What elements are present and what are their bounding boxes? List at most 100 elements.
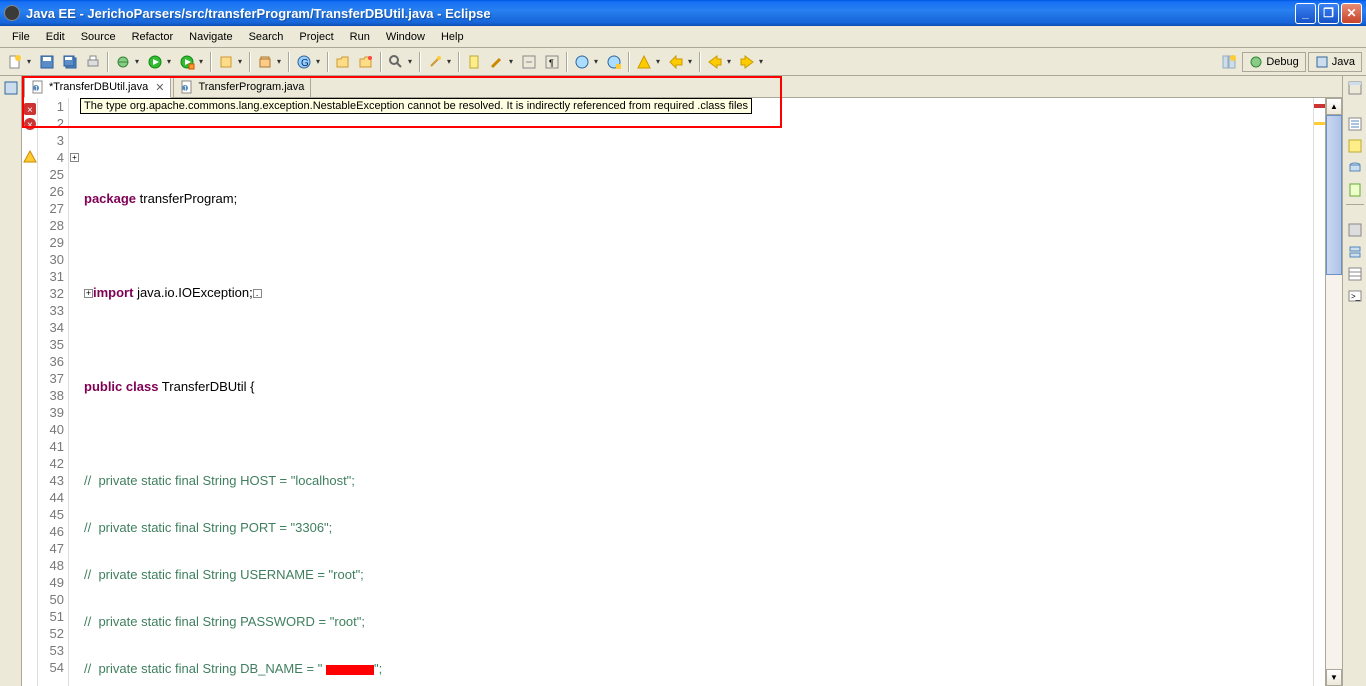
print-button[interactable] xyxy=(82,51,104,73)
menu-navigate[interactable]: Navigate xyxy=(181,28,240,46)
menubar: File Edit Source Refactor Navigate Searc… xyxy=(0,26,1366,48)
svg-text:J: J xyxy=(183,86,187,93)
marker-column: × × xyxy=(22,98,38,686)
perspective-debug[interactable]: Debug xyxy=(1242,52,1305,72)
fold-column: + xyxy=(68,98,80,686)
back-button[interactable] xyxy=(704,51,726,73)
pencil-dropdown[interactable]: ▾ xyxy=(509,57,517,66)
editor-tabs: J *TransferDBUtil.java ✕ J TransferProgr… xyxy=(22,76,1342,98)
menu-help[interactable]: Help xyxy=(433,28,472,46)
debug-dropdown[interactable]: ▾ xyxy=(135,57,143,66)
properties-icon[interactable] xyxy=(1347,266,1363,282)
menu-edit[interactable]: Edit xyxy=(38,28,73,46)
new-button[interactable] xyxy=(4,51,26,73)
new-server-dropdown[interactable]: ▾ xyxy=(238,57,246,66)
tab-label-2: TransferProgram.java xyxy=(198,81,304,93)
open-button[interactable] xyxy=(332,51,354,73)
svg-text:×: × xyxy=(27,120,33,131)
menu-run[interactable]: Run xyxy=(342,28,378,46)
menu-search[interactable]: Search xyxy=(241,28,292,46)
tab-label-1: *TransferDBUtil.java xyxy=(49,81,148,93)
mark-button[interactable] xyxy=(463,51,485,73)
window-title: Java EE - JerichoParsers/src/transferPro… xyxy=(26,6,1295,21)
perspective-java[interactable]: Java xyxy=(1308,52,1362,72)
svg-text:G: G xyxy=(301,58,309,69)
type-dropdown[interactable]: ▾ xyxy=(316,57,324,66)
task-icon[interactable] xyxy=(1347,138,1363,154)
tab-transferprogram[interactable]: J TransferProgram.java xyxy=(173,76,311,97)
restore-icon[interactable] xyxy=(1347,80,1363,96)
maximize-button[interactable]: ❐ xyxy=(1318,3,1339,24)
vertical-scrollbar[interactable]: ▲ ▼ xyxy=(1325,98,1342,686)
search-button[interactable] xyxy=(385,51,407,73)
menu-window[interactable]: Window xyxy=(378,28,433,46)
project-explorer-icon[interactable] xyxy=(3,80,19,96)
code-content[interactable]: The type org.apache.commons.lang.excepti… xyxy=(80,98,1313,686)
code-editor[interactable]: × × 123425262728293031323334353637383940… xyxy=(22,98,1342,686)
scroll-thumb[interactable] xyxy=(1326,115,1342,275)
menu-source[interactable]: Source xyxy=(73,28,124,46)
perspective-debug-label: Debug xyxy=(1266,56,1298,68)
save-button[interactable] xyxy=(36,51,58,73)
nav1-button[interactable] xyxy=(633,51,655,73)
new-dropdown[interactable]: ▾ xyxy=(27,57,35,66)
menu-file[interactable]: File xyxy=(4,28,38,46)
globe1-dropdown[interactable]: ▾ xyxy=(594,57,602,66)
run-dropdown[interactable]: ▾ xyxy=(167,57,175,66)
left-trim xyxy=(0,76,22,686)
scroll-up-button[interactable]: ▲ xyxy=(1326,98,1342,115)
saveall-button[interactable] xyxy=(59,51,81,73)
svg-text:×: × xyxy=(27,105,33,116)
outline-icon[interactable] xyxy=(1347,116,1363,132)
fold-icon[interactable]: + xyxy=(84,289,93,298)
type-button[interactable]: G xyxy=(293,51,315,73)
pencil-button[interactable] xyxy=(486,51,508,73)
back-dropdown[interactable]: ▾ xyxy=(727,57,735,66)
new-server-button[interactable] xyxy=(215,51,237,73)
package-dropdown[interactable]: ▾ xyxy=(277,57,285,66)
runlast-dropdown[interactable]: ▾ xyxy=(199,57,207,66)
perspective-java-label: Java xyxy=(1332,56,1355,68)
search-dropdown[interactable]: ▾ xyxy=(408,57,416,66)
warning-marker-icon[interactable] xyxy=(23,150,37,164)
runlast-button[interactable] xyxy=(176,51,198,73)
package-button[interactable] xyxy=(254,51,276,73)
snippets-icon[interactable] xyxy=(1347,182,1363,198)
console-icon[interactable]: >_ xyxy=(1347,288,1363,304)
servers-icon[interactable] xyxy=(1347,244,1363,260)
error-marker-icon[interactable]: × xyxy=(23,102,37,116)
wand-dropdown[interactable]: ▾ xyxy=(447,57,455,66)
forward-dropdown[interactable]: ▾ xyxy=(759,57,767,66)
debug-button[interactable] xyxy=(112,51,134,73)
scroll-down-button[interactable]: ▼ xyxy=(1326,669,1342,686)
open-perspective-button[interactable] xyxy=(1218,51,1240,73)
markers-icon[interactable] xyxy=(1347,222,1363,238)
open2-button[interactable] xyxy=(355,51,377,73)
toggle-b-button[interactable]: ¶ xyxy=(541,51,563,73)
menu-project[interactable]: Project xyxy=(291,28,341,46)
close-button[interactable]: ✕ xyxy=(1341,3,1362,24)
overview-ruler[interactable] xyxy=(1313,98,1325,686)
toolbar: ▾ ▾ ▾ ▾ ▾ ▾ G ▾ ▾ ▾ ▾ ¶ ▾ ▾ ▾ ▾ ▾ Debug xyxy=(0,48,1366,76)
error-tooltip: The type org.apache.commons.lang.excepti… xyxy=(80,98,752,114)
globe2-button[interactable] xyxy=(603,51,625,73)
data-icon[interactable] xyxy=(1347,160,1363,176)
java-file-icon: J xyxy=(180,80,194,94)
fold-expand-icon[interactable]: + xyxy=(70,153,79,162)
nav2-dropdown[interactable]: ▾ xyxy=(688,57,696,66)
menu-refactor[interactable]: Refactor xyxy=(124,28,182,46)
run-button[interactable] xyxy=(144,51,166,73)
error-marker-icon[interactable]: × xyxy=(23,117,37,131)
forward-button[interactable] xyxy=(736,51,758,73)
java-file-icon: J xyxy=(31,80,45,94)
nav1-dropdown[interactable]: ▾ xyxy=(656,57,664,66)
minimize-button[interactable]: _ xyxy=(1295,3,1316,24)
tab-close-1[interactable]: ✕ xyxy=(155,81,164,94)
wand-button[interactable] xyxy=(424,51,446,73)
toggle-a-button[interactable] xyxy=(518,51,540,73)
svg-text:>_: >_ xyxy=(1351,292,1361,301)
eclipse-icon xyxy=(4,5,20,21)
nav2-button[interactable] xyxy=(665,51,687,73)
tab-transferdbutil[interactable]: J *TransferDBUtil.java ✕ xyxy=(24,76,171,98)
globe1-button[interactable] xyxy=(571,51,593,73)
